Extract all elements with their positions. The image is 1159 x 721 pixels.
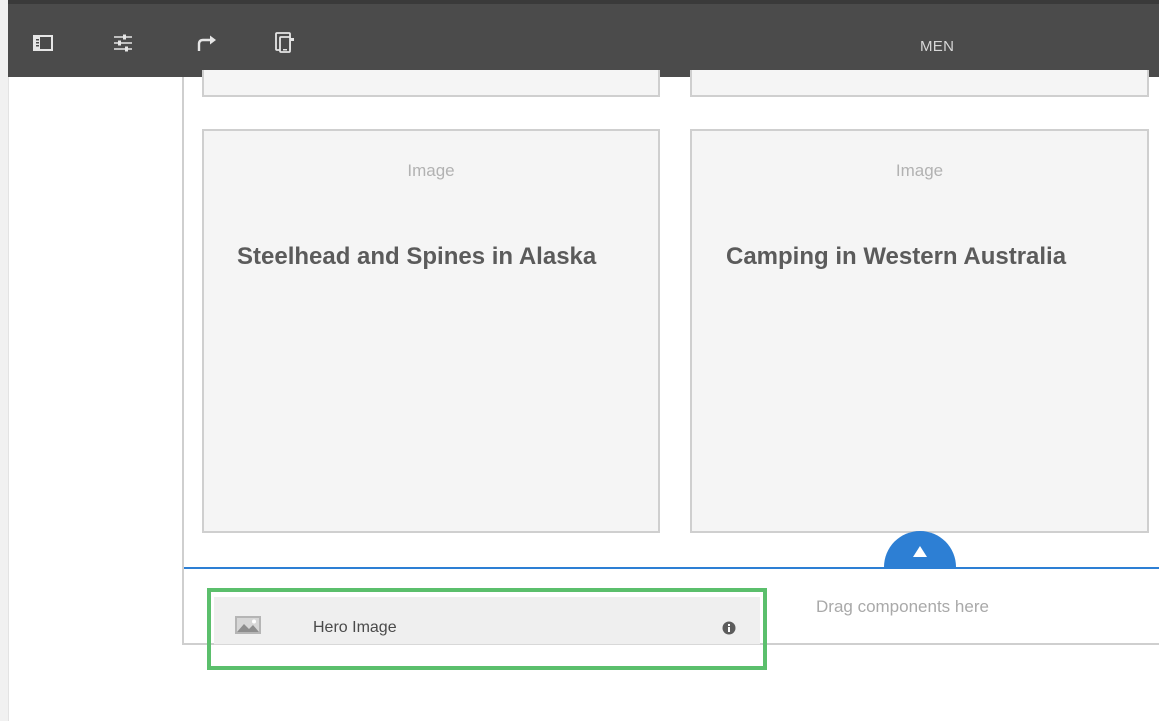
sliders-icon[interactable] (110, 30, 136, 56)
side-panel-icon[interactable] (30, 30, 56, 56)
teaser-card-partial[interactable] (202, 70, 660, 97)
page-title-label: MEN (920, 38, 955, 55)
image-placeholder-label: Image (895, 161, 944, 180)
redo-icon[interactable] (194, 30, 220, 56)
device-preview-icon[interactable] (272, 30, 298, 56)
card-title: Steelhead and Spines in Alaska (237, 243, 597, 270)
insert-indicator (884, 531, 956, 567)
side-panel-edge (0, 0, 9, 721)
teaser-card[interactable]: Image Camping in Western Australia (690, 129, 1149, 533)
teaser-card-partial[interactable] (690, 70, 1149, 97)
card-title: Camping in Western Australia (726, 243, 1067, 270)
teaser-card[interactable]: Image Steelhead and Spines in Alaska (202, 129, 660, 533)
selection-highlight (207, 588, 767, 670)
editor-toolbar: MEN (8, 0, 1159, 77)
image-placeholder-label: Image (407, 161, 455, 180)
insert-line (184, 567, 1159, 569)
drop-zone-label[interactable]: Drag components here (816, 597, 989, 617)
caret-up-icon (913, 546, 927, 557)
